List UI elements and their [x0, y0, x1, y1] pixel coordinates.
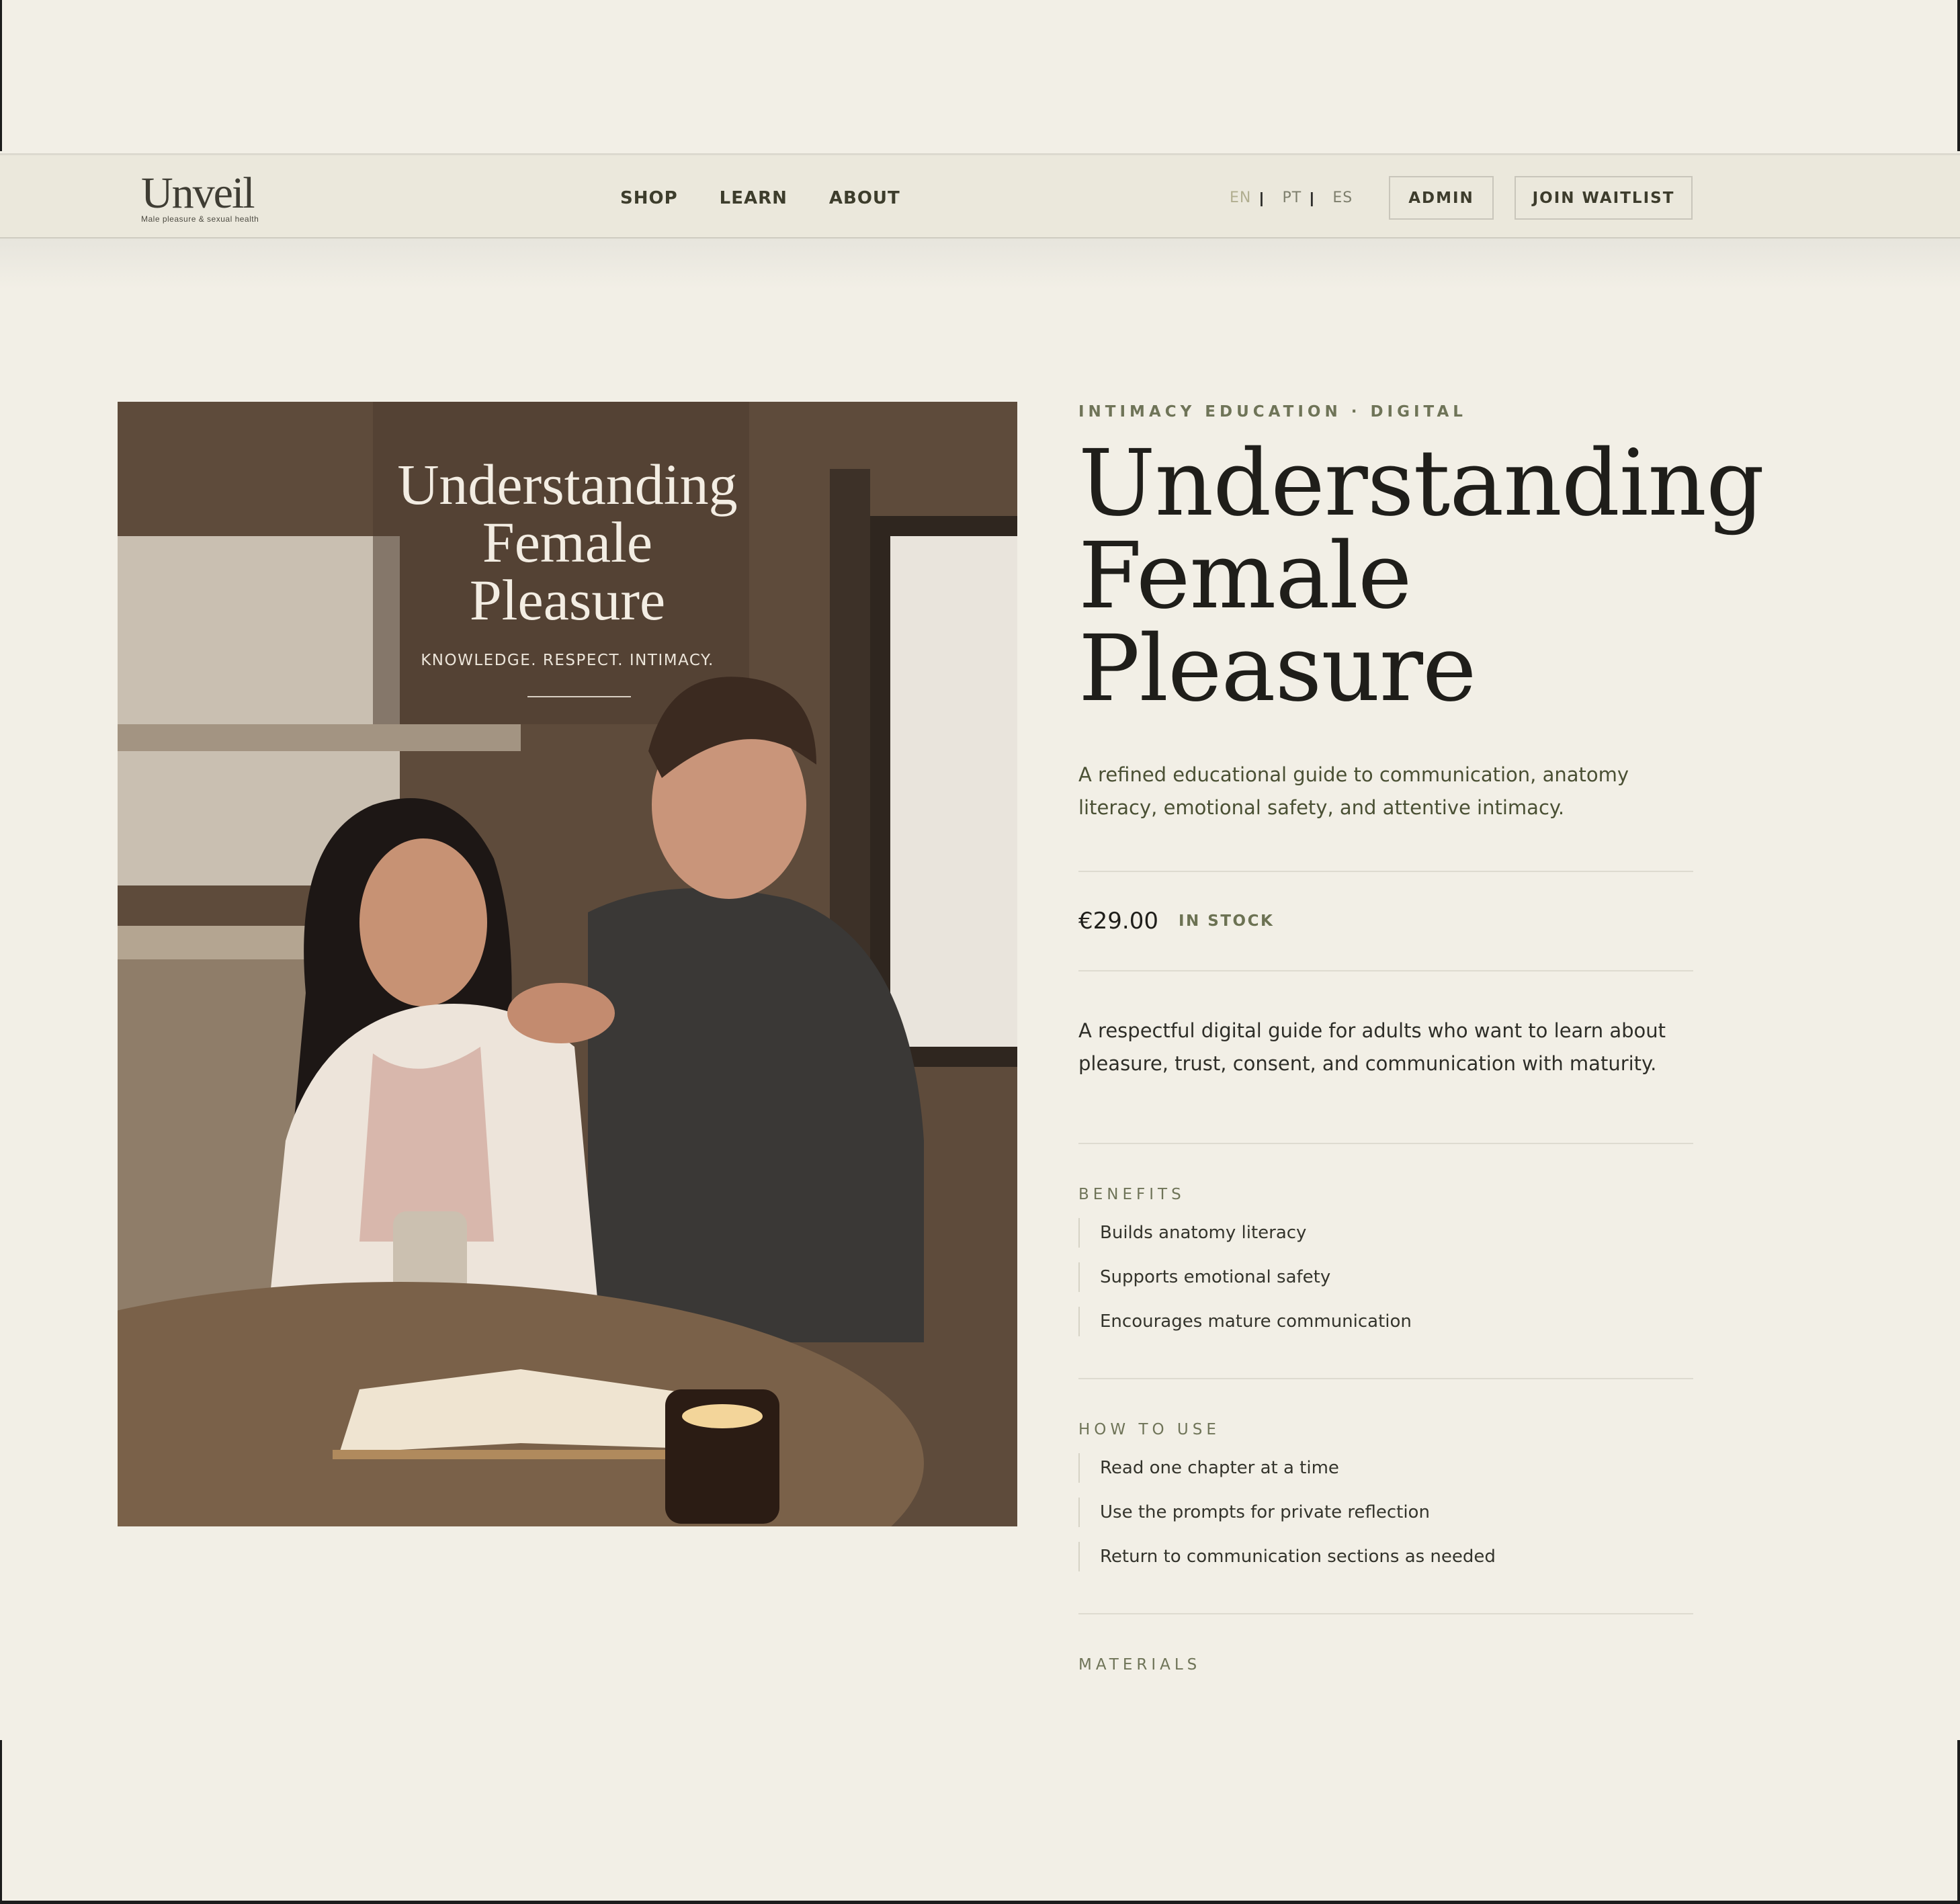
how-to-use-list: Read one chapter at a time Use the promp… [1078, 1453, 1693, 1571]
admin-button[interactable]: ADMIN [1389, 176, 1494, 220]
frame-edge [0, 0, 2, 151]
site-header: Unveil Male pleasure & sexual health SHO… [0, 153, 1960, 239]
lang-en[interactable]: EN [1230, 189, 1251, 206]
cover-title: Understanding Female Pleasure [118, 456, 1017, 629]
product-category: INTIMACY EDUCATION · DIGITAL [1078, 403, 1467, 421]
benefits-list: Builds anatomy literacy Supports emotion… [1078, 1218, 1693, 1336]
nav-about[interactable]: ABOUT [829, 188, 900, 208]
header-shadow [0, 239, 1960, 289]
list-item: Supports emotional safety [1078, 1262, 1693, 1292]
product-description: A respectful digital guide for adults wh… [1078, 1019, 1666, 1075]
product-title: Understanding Female Pleasure [1078, 431, 1764, 722]
list-item: Encourages mature communication [1078, 1307, 1693, 1336]
logo-tagline: Male pleasure & sexual health [141, 214, 259, 224]
frame-edge [1957, 1740, 1960, 1904]
list-item: Use the prompts for private reflection [1078, 1498, 1693, 1527]
logo[interactable]: Unveil Male pleasure & sexual health [141, 171, 269, 225]
price-row: €29.00 IN STOCK [1078, 872, 1693, 970]
product-image[interactable]: Understanding Female Pleasure KNOWLEDGE.… [118, 402, 1017, 1526]
list-item: Read one chapter at a time [1078, 1453, 1693, 1483]
stock-status: IN STOCK [1178, 912, 1275, 930]
lang-pt[interactable]: PT [1283, 189, 1302, 206]
how-to-use-label: HOW TO USE [1078, 1421, 1220, 1438]
main-nav: SHOP LEARN ABOUT [620, 155, 942, 241]
materials-label: MATERIALS [1078, 1656, 1201, 1674]
benefits-label: BENEFITS [1078, 1186, 1185, 1203]
nav-shop[interactable]: SHOP [620, 188, 678, 208]
join-waitlist-button[interactable]: JOIN WAITLIST [1515, 176, 1693, 220]
cover-title-line: Understanding [397, 452, 738, 517]
cover-title-line: Pleasure [469, 568, 666, 632]
product-price: €29.00 [1078, 908, 1158, 935]
product-title-line: Pleasure [1078, 616, 1476, 722]
list-item: Return to communication sections as need… [1078, 1542, 1693, 1571]
language-switcher: EN | PT | ES [1230, 155, 1353, 241]
lang-es[interactable]: ES [1332, 189, 1353, 206]
divider [1078, 1613, 1693, 1614]
product-title-line: Female [1078, 523, 1412, 630]
product-info: INTIMACY EDUCATION · DIGITAL Understandi… [1078, 402, 1764, 1674]
product-title-line: Understanding [1078, 431, 1764, 537]
cover-title-line: Female [482, 510, 653, 574]
lang-separator: | [1259, 189, 1264, 206]
frame-edge [0, 1740, 2, 1904]
divider [1078, 970, 1693, 971]
frame-edge [0, 1901, 1960, 1904]
nav-learn[interactable]: LEARN [720, 188, 787, 208]
frame-edge [1957, 0, 1960, 151]
product-lead: A refined educational guide to communica… [1078, 763, 1629, 819]
cover-subtitle: KNOWLEDGE. RESPECT. INTIMACY. [421, 652, 714, 669]
list-item: Builds anatomy literacy [1078, 1218, 1693, 1248]
cover-divider [527, 696, 631, 697]
lang-separator: | [1310, 189, 1314, 206]
divider [1078, 1143, 1693, 1144]
logo-wordmark: Unveil [141, 169, 255, 218]
divider [1078, 1378, 1693, 1379]
